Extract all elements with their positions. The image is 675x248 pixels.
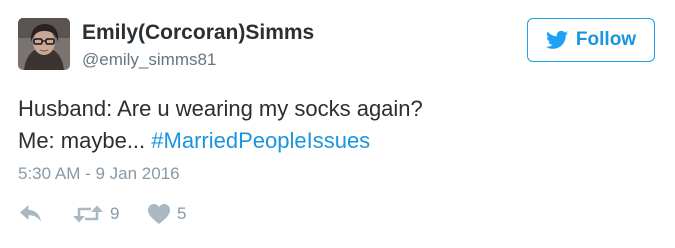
follow-button-label: Follow	[575, 29, 637, 50]
display-name[interactable]: Emily(Corcoran)Simms	[82, 21, 314, 45]
tweet-line-2-text: Me: maybe...	[18, 128, 152, 153]
follow-button[interactable]: Follow	[527, 18, 655, 62]
like-button[interactable]: 5	[148, 202, 186, 226]
like-count: 5	[177, 204, 187, 223]
tweet-line-1: Husband: Are u wearing my socks again?	[18, 96, 423, 121]
retweet-count: 9	[110, 204, 120, 223]
hashtag-link[interactable]: #MarriedPeopleIssues	[151, 128, 370, 153]
tweet-line-2: Me: maybe... #MarriedPeopleIssues	[18, 125, 658, 157]
reply-button[interactable]	[20, 202, 42, 226]
user-handle[interactable]: @emily_simms81	[82, 50, 216, 70]
profile-photo	[18, 18, 70, 70]
avatar[interactable]	[18, 18, 70, 70]
tweet-card: Emily(Corcoran)Simms @emily_simms81 Foll…	[0, 0, 675, 248]
heart-icon	[148, 204, 170, 224]
reply-icon	[20, 205, 41, 222]
tweet-text: Husband: Are u wearing my socks again? M…	[18, 93, 658, 157]
tweet-timestamp[interactable]: 5:30 AM - 9 Jan 2016	[18, 164, 180, 184]
twitter-bird-icon	[545, 30, 568, 49]
retweet-button[interactable]: 9	[73, 202, 119, 226]
retweet-icon	[73, 205, 103, 223]
